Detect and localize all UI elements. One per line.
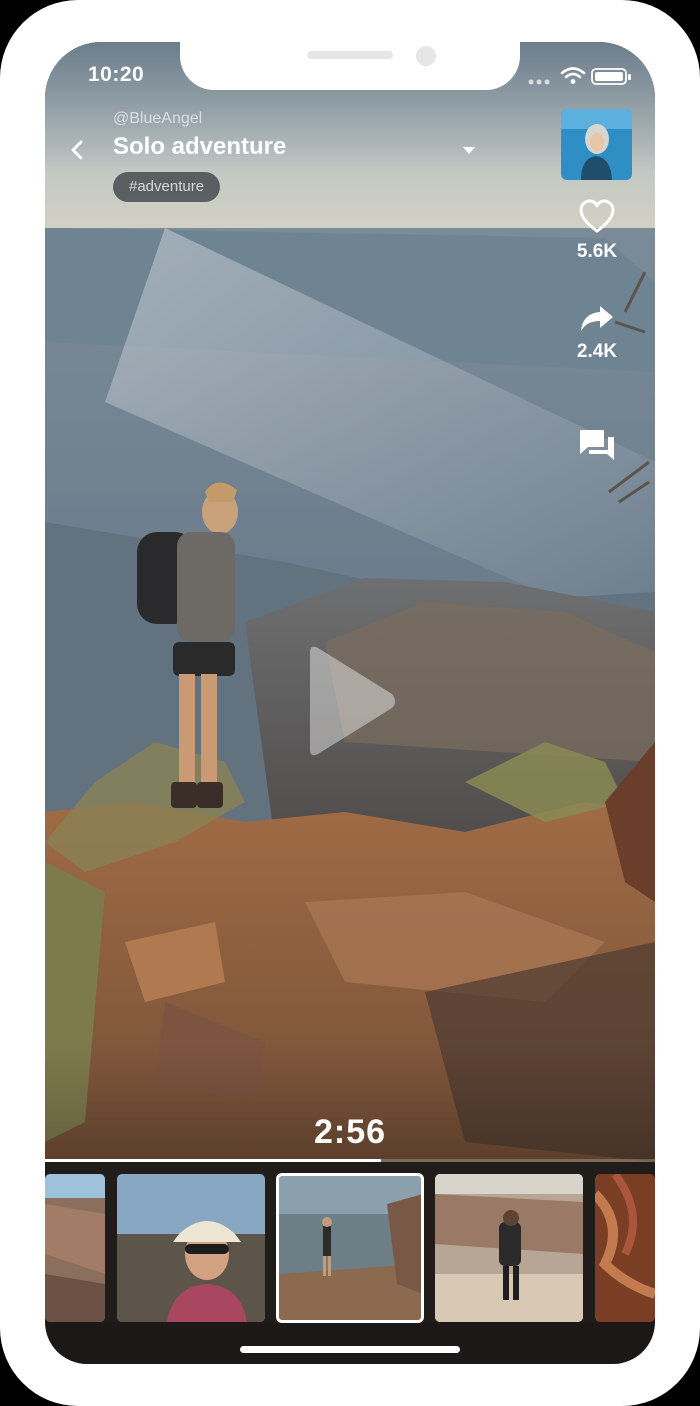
author-username[interactable]: @BlueAngel: [113, 110, 202, 128]
signal-icon: [528, 79, 550, 85]
share-icon: [581, 306, 613, 331]
thumb-hiker-backpack[interactable]: [435, 1174, 583, 1322]
comment-action[interactable]: [560, 426, 634, 471]
earpiece-speaker: [307, 51, 393, 59]
wifi-icon: [560, 67, 586, 84]
play-icon[interactable]: [302, 644, 398, 760]
thumb-hiker-ledge[interactable]: [276, 1173, 424, 1323]
like-count: 5.6K: [576, 241, 618, 262]
share-count: 2.4K: [576, 341, 618, 362]
back-icon[interactable]: [64, 136, 90, 164]
status-time: 10:20: [88, 63, 145, 86]
chevron-down-icon[interactable]: [460, 142, 478, 158]
battery-icon: [591, 68, 631, 85]
like-action[interactable]: 5.6K: [560, 198, 634, 263]
status-icons: [528, 67, 631, 85]
thumb-smiling-hiker[interactable]: [117, 1174, 265, 1322]
phone-frame: 10:20 @BlueAngel Solo adventure #adventu…: [0, 0, 700, 1406]
hashtag-chip[interactable]: #adventure: [113, 172, 221, 202]
home-indicator[interactable]: [240, 1346, 460, 1353]
comment-icon: [580, 430, 614, 460]
thumb-canyon-left[interactable]: [45, 1174, 105, 1322]
bottom-area: [45, 1322, 655, 1364]
device-notch: [180, 42, 520, 90]
playback-time: 2:56: [313, 1113, 387, 1151]
front-camera: [416, 46, 436, 66]
progress-fill: [45, 1159, 381, 1162]
avatar[interactable]: [561, 109, 632, 180]
thumb-red-rock[interactable]: [595, 1174, 655, 1322]
heart-icon: [579, 199, 615, 233]
video-title: Solo adventure: [113, 133, 287, 160]
progress-bar[interactable]: [45, 1159, 655, 1162]
share-action[interactable]: 2.4K: [560, 302, 634, 363]
